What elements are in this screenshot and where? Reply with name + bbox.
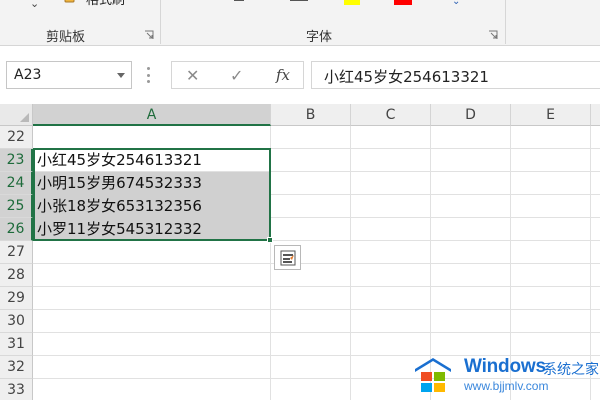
column-header-c[interactable]: C xyxy=(351,104,431,126)
column-header-next[interactable] xyxy=(591,104,600,126)
quick-analysis-icon xyxy=(280,250,296,266)
row-header[interactable]: 28 xyxy=(0,264,33,287)
watermark: Windows 系统之家 www.bjjmlv.com xyxy=(412,350,600,396)
gridline xyxy=(350,126,351,400)
insert-function-icon[interactable]: fx xyxy=(276,66,290,84)
row-header[interactable]: 26 xyxy=(0,218,33,241)
font-color-swatch[interactable] xyxy=(394,0,412,5)
row-header[interactable]: 25 xyxy=(0,195,33,218)
cancel-icon[interactable]: ✕ xyxy=(186,66,199,85)
watermark-brand-cn: 系统之家 xyxy=(543,362,599,378)
row-header[interactable]: 23 xyxy=(0,149,33,172)
watermark-url: www.bjjmlv.com xyxy=(464,379,549,393)
font-more-icon[interactable]: ⌄ xyxy=(452,0,460,7)
font-launcher-icon[interactable] xyxy=(488,30,498,40)
row-header[interactable]: 31 xyxy=(0,333,33,356)
chevron-down-icon[interactable]: ⌄ xyxy=(30,0,39,10)
row-header[interactable]: 29 xyxy=(0,287,33,310)
column-header-b[interactable]: B xyxy=(271,104,351,126)
enter-icon[interactable]: ✓ xyxy=(230,66,243,85)
fill-handle[interactable] xyxy=(267,237,273,243)
row-header[interactable]: 30 xyxy=(0,310,33,333)
formula-bar: A23 ✕ ✓ fx 小红45岁女254613321 xyxy=(0,46,600,104)
gridline xyxy=(33,309,600,310)
formula-input[interactable]: 小红45岁女254613321 xyxy=(311,61,600,89)
column-header-e[interactable]: E xyxy=(511,104,591,126)
row-header[interactable]: 22 xyxy=(0,126,33,149)
format-painter-button[interactable]: 格式刷 xyxy=(64,0,125,8)
column-header-a[interactable]: A xyxy=(33,104,271,126)
select-all-button[interactable] xyxy=(0,104,33,126)
selection-border xyxy=(33,148,271,241)
formula-bar-splitter-icon[interactable] xyxy=(147,67,150,83)
underline-style-icon[interactable] xyxy=(290,0,308,1)
formula-input-value: 小红45岁女254613321 xyxy=(324,68,489,86)
row-header[interactable]: 24 xyxy=(0,172,33,195)
gridline xyxy=(33,263,600,264)
row-header[interactable]: 27 xyxy=(0,241,33,264)
formula-buttons: ✕ ✓ fx xyxy=(171,61,304,89)
format-painter-label: 格式刷 xyxy=(86,0,126,8)
cell-a22[interactable] xyxy=(34,126,270,148)
format-painter-icon xyxy=(64,0,75,3)
watermark-brand: Windows xyxy=(464,356,546,377)
group-separator xyxy=(160,0,161,44)
name-box-value: A23 xyxy=(14,67,42,83)
clipboard-launcher-icon[interactable] xyxy=(144,30,154,40)
name-box-dropdown-icon[interactable] xyxy=(117,73,125,78)
column-header-d[interactable]: D xyxy=(431,104,511,126)
row-header[interactable]: 33 xyxy=(0,379,33,400)
border-style-icon[interactable] xyxy=(234,0,244,1)
ribbon: ⌄ 格式刷 剪贴板 ⌄ 字体 xyxy=(0,0,600,46)
windows-logo-icon xyxy=(415,358,451,392)
gridline xyxy=(33,286,600,287)
quick-analysis-button[interactable] xyxy=(274,245,301,270)
row-header[interactable]: 32 xyxy=(0,356,33,379)
clipboard-group-label: 剪贴板 xyxy=(46,30,86,45)
highlight-color-swatch[interactable] xyxy=(344,0,360,5)
name-box[interactable]: A23 xyxy=(6,61,132,89)
gridline xyxy=(33,332,600,333)
group-separator xyxy=(505,0,506,44)
font-group-label: 字体 xyxy=(306,30,333,45)
